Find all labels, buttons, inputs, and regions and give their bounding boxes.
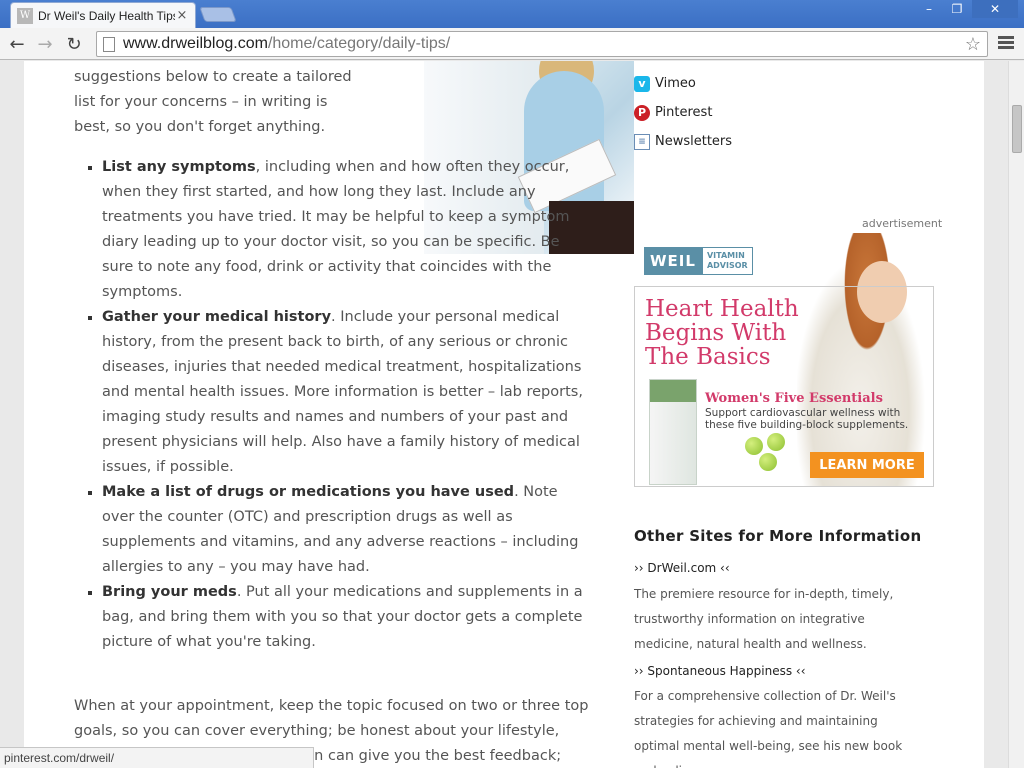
social-link-pinterest[interactable]: P Pinterest: [634, 98, 732, 127]
tips-list: List any symptoms, including when and ho…: [102, 155, 584, 655]
ad-logo-sub1: VITAMIN: [706, 251, 745, 260]
social-link-vimeo[interactable]: v Vimeo: [634, 69, 732, 98]
weil-vitamin-advisor-logo: WEIL VITAMIN ADVISOR: [644, 246, 753, 276]
chrome-menu-icon[interactable]: [998, 36, 1014, 51]
status-bar-url: pinterest.com/drweil/: [0, 747, 314, 768]
page-icon: [103, 36, 115, 52]
browser-tab[interactable]: W Dr Weil's Daily Health Tips ×: [10, 2, 196, 28]
url-path: /home/category/daily-tips/: [267, 35, 451, 52]
pinterest-icon: P: [634, 104, 650, 121]
url-host: www.drweilblog.com: [123, 35, 268, 52]
reload-button[interactable]: ↻: [62, 32, 86, 56]
vimeo-icon: v: [634, 75, 650, 92]
learn-more-button[interactable]: LEARN MORE: [810, 452, 924, 478]
social-link-label: Pinterest: [655, 105, 713, 120]
advertisement-banner[interactable]: Heart Health Begins With The Basics Wome…: [634, 286, 934, 487]
ad-subheadline: Women's Five Essentials: [705, 391, 883, 406]
drweil-description: The premiere resource for in-depth, time…: [634, 587, 894, 651]
bookmark-star-icon[interactable]: ☆: [965, 34, 981, 55]
list-item-lead: List any symptoms: [102, 159, 256, 175]
site-favicon-icon: W: [17, 7, 33, 24]
list-item: Bring your meds. Put all your medication…: [102, 580, 584, 655]
list-item: Make a list of drugs or medications you …: [102, 480, 584, 580]
social-link-newsletters[interactable]: ≡ Newsletters: [634, 127, 732, 156]
browser-toolbar: ← → ↻ www.drweilblog.com/home/category/d…: [0, 28, 1024, 60]
advertisement-label: advertisement: [862, 217, 943, 230]
maximize-button[interactable]: ❐: [944, 0, 970, 18]
list-item-lead: Make a list of drugs or medications you …: [102, 484, 515, 500]
list-item: List any symptoms, including when and ho…: [102, 155, 806, 305]
intro-paragraph: suggestions below to create a tailored l…: [74, 69, 352, 135]
social-link-label: Vimeo: [655, 76, 696, 91]
title-bar: W Dr Weil's Daily Health Tips × – ❐ ✕: [0, 0, 1024, 28]
spontaneous-happiness-description: For a comprehensive collection of Dr. We…: [634, 689, 903, 768]
newsletter-icon: ≡: [634, 133, 650, 150]
tab-title: Dr Weil's Daily Health Tips: [38, 8, 175, 23]
social-link-label: Newsletters: [655, 134, 733, 149]
list-item: Gather your medical history. Include you…: [102, 305, 584, 480]
link-spontaneous-happiness[interactable]: ›› Spontaneous Happiness ‹‹: [634, 664, 806, 678]
ad-logo-main: WEIL: [644, 247, 702, 275]
scrollbar-thumb[interactable]: [1012, 105, 1022, 153]
vertical-scrollbar[interactable]: [1008, 61, 1024, 768]
minimize-button[interactable]: –: [916, 0, 942, 18]
close-tab-icon[interactable]: ×: [175, 8, 189, 23]
list-item-lead: Gather your medical history: [102, 309, 332, 325]
link-drweil[interactable]: ›› DrWeil.com ‹‹: [634, 561, 730, 575]
new-tab-button[interactable]: [199, 7, 237, 22]
ad-subtext: Support cardiovascular wellness with the…: [705, 407, 909, 431]
list-item-text: , including when and how often they occu…: [102, 159, 570, 300]
apples-image: [745, 433, 805, 477]
ad-logo-sub: VITAMIN ADVISOR: [701, 247, 753, 275]
page-content: suggestions below to create a tailored l…: [24, 61, 984, 768]
social-links: v Vimeo P Pinterest ≡ Newsletters: [634, 69, 732, 156]
forward-button[interactable]: →: [33, 32, 57, 56]
other-sites-heading: Other Sites for More Information: [634, 527, 922, 545]
page-viewport: suggestions below to create a tailored l…: [0, 61, 1008, 768]
address-bar[interactable]: www.drweilblog.com/home/category/daily-t…: [96, 31, 988, 57]
close-window-button[interactable]: ✕: [972, 0, 1018, 18]
list-item-text: . Include your personal medical history,…: [102, 309, 583, 475]
ad-logo-sub2: ADVISOR: [706, 261, 748, 270]
back-button[interactable]: ←: [5, 32, 29, 56]
ad-headline: Heart Health Begins With The Basics: [645, 296, 799, 370]
window-controls: – ❐ ✕: [916, 0, 1018, 18]
list-item-lead: Bring your meds: [102, 584, 237, 600]
supplement-box-image: [649, 379, 697, 485]
